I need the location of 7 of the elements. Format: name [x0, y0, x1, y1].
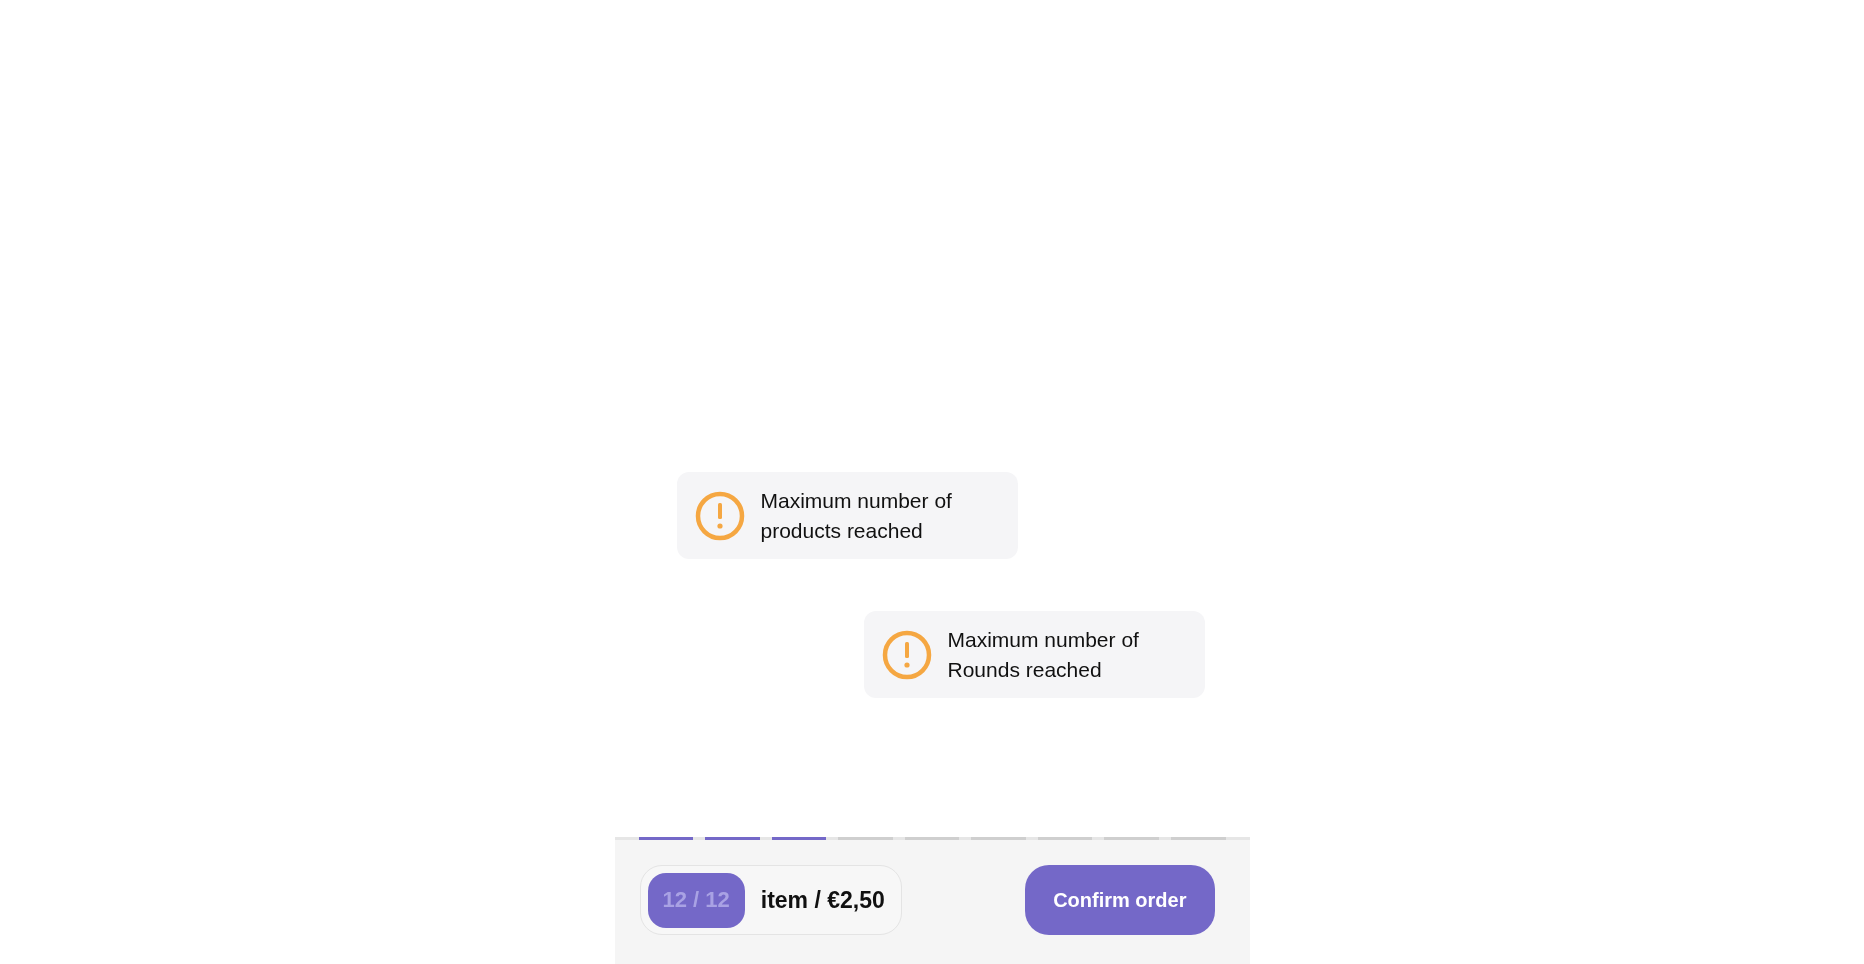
count-badge: 12 / 12 [647, 872, 745, 928]
toast-message: Maximum number of Rounds reached [947, 626, 1140, 683]
warning-icon [694, 490, 745, 541]
price-label: item / €2,50 [760, 886, 885, 914]
confirm-order-button[interactable]: Confirm order [1025, 865, 1215, 935]
warning-icon [881, 629, 932, 680]
toast-message: Maximum number of products reached [760, 487, 953, 544]
